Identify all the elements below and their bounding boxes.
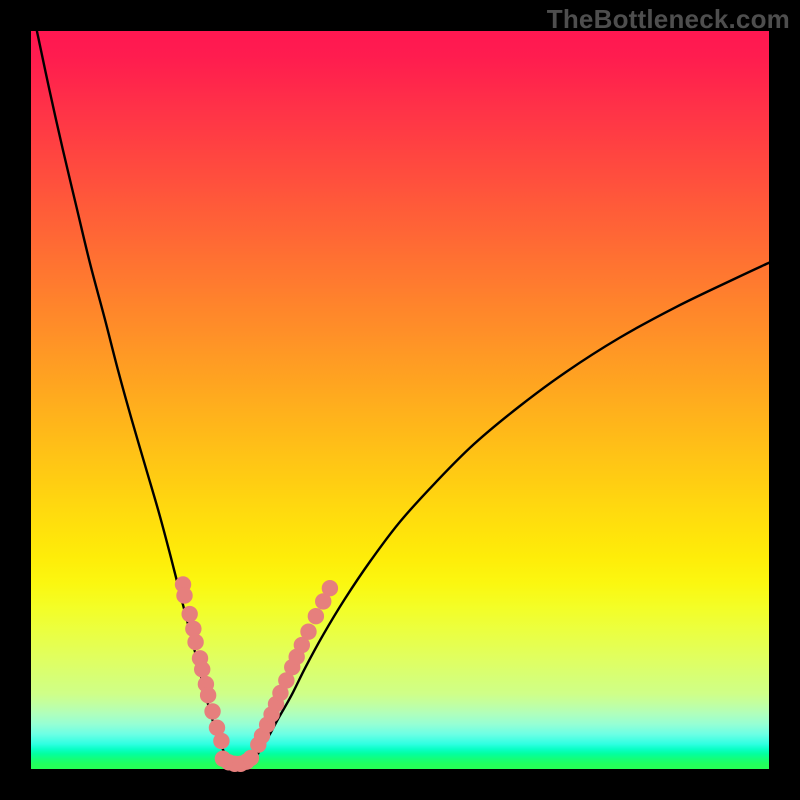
data-dot [194, 661, 210, 677]
data-dot [213, 733, 229, 749]
data-dot [176, 587, 192, 603]
data-dot [187, 634, 203, 650]
data-dot [300, 624, 316, 640]
curve-layer [37, 31, 769, 768]
chart-svg [31, 31, 769, 769]
outer-frame: TheBottleneck.com [0, 0, 800, 800]
data-dot [200, 687, 216, 703]
watermark-text: TheBottleneck.com [547, 4, 790, 35]
dot-layer [175, 576, 338, 772]
curve-right-branch [244, 263, 769, 768]
data-dot [308, 608, 324, 624]
data-dot [322, 580, 338, 596]
data-dot [204, 703, 220, 719]
data-dot [181, 606, 197, 622]
